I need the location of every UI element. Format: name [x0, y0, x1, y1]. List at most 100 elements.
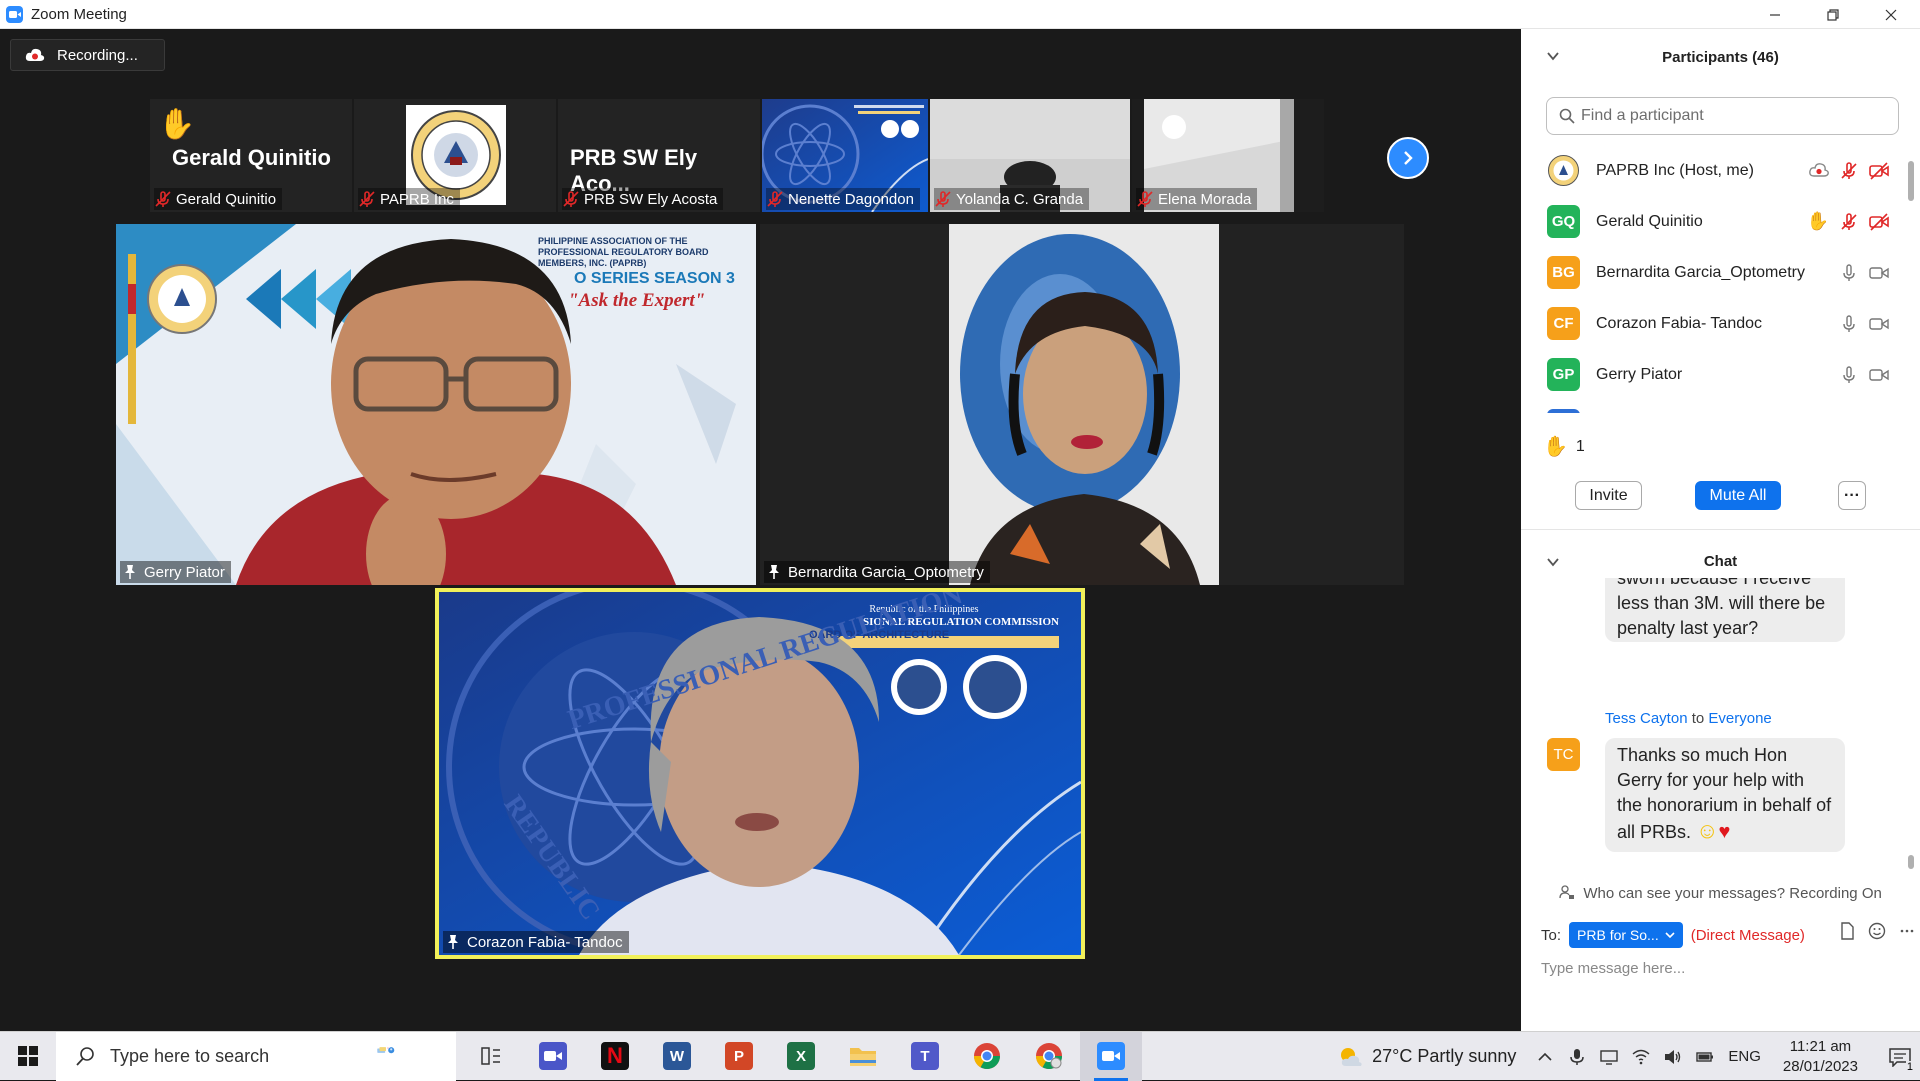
thumbnail-yolanda-granda[interactable]: Yolanda C. Granda — [930, 99, 1130, 212]
file-icon[interactable] — [1838, 922, 1856, 940]
mic-muted-icon[interactable] — [1839, 212, 1859, 232]
participant-search-input[interactable]: Find a participant — [1546, 97, 1899, 135]
thumbnail-paprb-inc[interactable]: PAPRB Inc — [354, 99, 556, 212]
chat-visibility-link[interactable]: Who can see your messages? Recording On — [1521, 884, 1920, 902]
participant-name: Gerald Quinitio — [176, 190, 277, 208]
thumbnail-nenette-dagondon[interactable]: Nenette Dagondon — [762, 99, 928, 212]
close-button[interactable] — [1862, 0, 1920, 29]
taskbar-search[interactable]: Type here to search — [56, 1031, 456, 1081]
mic-muted-icon[interactable] — [1839, 161, 1859, 181]
zoom-workplace-taskbar-icon[interactable] — [522, 1032, 584, 1081]
collapse-participants-button[interactable] — [1546, 49, 1560, 63]
participant-name: PAPRB Inc (Host, me) — [1596, 161, 1754, 179]
weather-text: 27°C Partly sunny — [1372, 1046, 1517, 1066]
participant-row[interactable]: PAPRB Inc (Host, me) — [1521, 145, 1901, 196]
excel-taskbar-icon[interactable]: X — [770, 1032, 832, 1081]
participant-row[interactable]: GP Gerry Piator — [1521, 349, 1901, 400]
more-options-button[interactable]: ··· — [1838, 481, 1866, 510]
participant-actions: Invite Mute All ··· — [1521, 481, 1920, 513]
mic-icon[interactable] — [1839, 365, 1859, 385]
language-indicator[interactable]: ENG — [1728, 1048, 1761, 1065]
more-icon[interactable] — [1898, 922, 1916, 940]
chat-sender-line: Tess Cayton to Everyone — [1605, 710, 1772, 727]
recording-indicator[interactable]: Recording... — [10, 39, 165, 71]
thumbnail-gerald-quinitio[interactable]: ✋ Gerald Quinitio Gerald Quinitio — [150, 99, 352, 212]
clock-date: 28/01/2023 — [1782, 1057, 1858, 1075]
meeting-area: Recording... ✋ Gerald Quinitio Gerald Qu… — [0, 29, 1521, 1031]
chat-sender[interactable]: Tess Cayton — [1605, 710, 1688, 727]
thumbnail-label: PRB SW Ely Acosta — [562, 188, 724, 210]
powerpoint-taskbar-icon[interactable]: P — [708, 1032, 770, 1081]
participant-row[interactable]: GQ Gerald Quinitio ✋ — [1521, 196, 1901, 247]
task-view-icon — [481, 1047, 500, 1065]
video-off-icon[interactable] — [1869, 212, 1889, 232]
video-icon[interactable] — [1869, 263, 1889, 283]
file-explorer-taskbar-icon[interactable] — [832, 1032, 894, 1081]
emoji-icon[interactable] — [1868, 922, 1886, 940]
excel-icon: X — [787, 1042, 815, 1070]
raised-hand-icon: ✋ — [1543, 436, 1568, 458]
chat-message-input[interactable]: Type message here... — [1541, 960, 1685, 977]
weather-widget[interactable]: 27°C Partly sunny — [1338, 1044, 1516, 1070]
mute-all-button[interactable]: Mute All — [1695, 481, 1781, 510]
participant-row[interactable]: CF Corazon Fabia- Tandoc — [1521, 298, 1901, 349]
thumbnail-label: Yolanda C. Granda — [934, 188, 1090, 210]
volume-icon[interactable] — [1664, 1048, 1682, 1066]
smile-emoji-icon: ☺ — [1696, 818, 1719, 843]
teams-taskbar-icon[interactable]: T — [894, 1032, 956, 1081]
mic-muted-icon — [155, 191, 171, 207]
chrome-profile-taskbar-icon[interactable] — [1018, 1032, 1080, 1081]
sidebar: Participants (46) Find a participant PAP… — [1521, 29, 1920, 1031]
chat-scrollbar[interactable] — [1908, 589, 1916, 879]
taskbar-search-placeholder: Type here to search — [110, 1045, 270, 1066]
wifi-icon[interactable] — [1632, 1048, 1650, 1066]
minimize-button[interactable] — [1746, 0, 1804, 29]
raised-hand-icon: ✋ — [1806, 211, 1829, 231]
video-tile-bernardita-garcia[interactable]: Bernardita Garcia_Optometry — [760, 224, 1404, 585]
notifications-button[interactable]: 1 — [1880, 1032, 1920, 1081]
participant-row-partial[interactable] — [1521, 400, 1901, 413]
folder-icon — [849, 1042, 877, 1070]
video-camera-icon — [539, 1042, 567, 1070]
start-button[interactable] — [0, 1032, 56, 1081]
participant-row[interactable]: BG Bernardita Garcia_Optometry — [1521, 247, 1901, 298]
mic-icon[interactable] — [1839, 314, 1859, 334]
video-tile-corazon-fabia-tandoc[interactable]: Republic of the Philippines SIONAL REGUL… — [435, 588, 1085, 959]
battery-icon[interactable] — [1696, 1048, 1714, 1066]
video-tile-gerry-piator[interactable]: PHILIPPINE ASSOCIATION OF THE PROFESSION… — [116, 224, 756, 585]
restore-button[interactable] — [1804, 0, 1862, 29]
clock[interactable]: 11:21 am 28/01/2023 — [1783, 1037, 1858, 1077]
thumbnail-label: PAPRB Inc — [358, 188, 460, 210]
task-view-button[interactable] — [460, 1032, 522, 1081]
display-icon[interactable] — [1600, 1048, 1619, 1066]
participant-name: PAPRB Inc — [380, 190, 454, 208]
search-highlight-illustration — [356, 1040, 448, 1074]
participants-title: Participants (46) — [1662, 48, 1779, 66]
chrome-icon — [973, 1042, 1001, 1070]
title-bar: Zoom Meeting — [0, 0, 1920, 29]
microphone-in-use-icon[interactable] — [1568, 1048, 1586, 1066]
tile-label: Bernardita Garcia_Optometry — [764, 561, 990, 583]
next-page-button[interactable] — [1387, 137, 1429, 179]
netflix-taskbar-icon[interactable]: N — [584, 1032, 646, 1081]
partly-sunny-icon — [1341, 1047, 1362, 1066]
chrome-taskbar-icon[interactable] — [956, 1032, 1018, 1081]
window-title: Zoom Meeting — [31, 5, 127, 23]
thumbnail-elena-morada[interactable]: Elena Morada — [1132, 99, 1324, 212]
thumbnail-label: Nenette Dagondon — [766, 188, 920, 210]
invite-button[interactable]: Invite — [1575, 481, 1642, 510]
video-off-icon[interactable] — [1869, 161, 1889, 181]
chevron-up-icon[interactable] — [1536, 1048, 1554, 1066]
collapse-chat-button[interactable] — [1546, 555, 1560, 569]
video-icon[interactable] — [1869, 314, 1889, 334]
minimize-icon — [1770, 13, 1780, 16]
video-icon[interactable] — [1869, 365, 1889, 385]
participant-list-scrollbar[interactable] — [1908, 147, 1916, 417]
chat-header: Chat — [1521, 544, 1920, 578]
participant-name: Yolanda C. Granda — [956, 190, 1084, 208]
thumbnail-prb-sw-ely-acosta[interactable]: PRB SW Ely Aco... PRB SW Ely Acosta — [558, 99, 760, 212]
word-taskbar-icon[interactable]: W — [646, 1032, 708, 1081]
recipient-dropdown[interactable]: PRB for So... — [1569, 922, 1683, 948]
mic-icon[interactable] — [1839, 263, 1859, 283]
zoom-meeting-taskbar-icon[interactable] — [1080, 1031, 1142, 1081]
